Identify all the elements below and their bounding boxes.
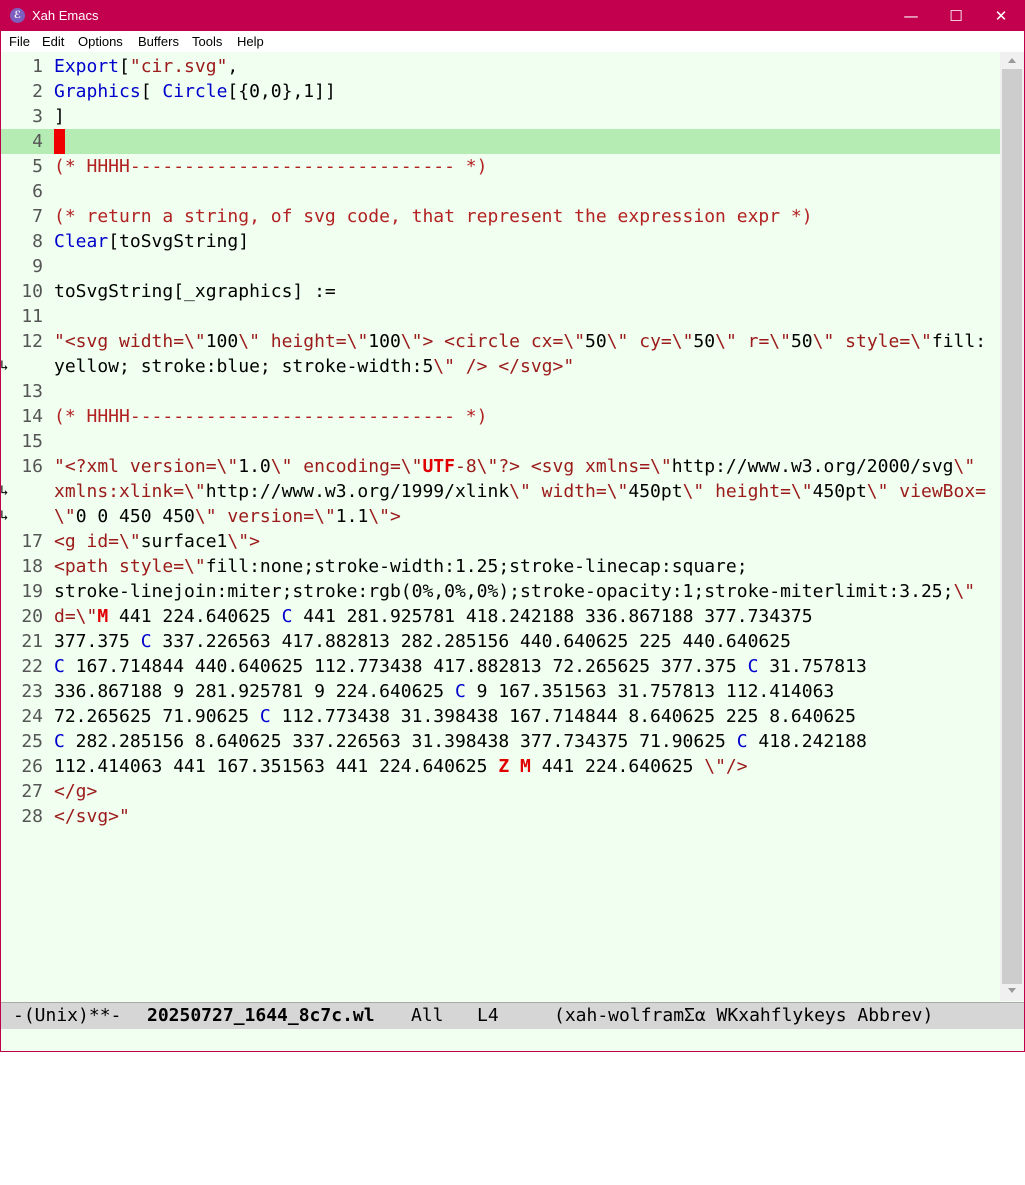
- line-number: 22: [21, 656, 43, 677]
- line-number: 18: [21, 556, 43, 577]
- line-number: 13: [21, 381, 43, 402]
- line-number: 15: [21, 431, 43, 452]
- minimize-button[interactable]: —: [888, 1, 934, 31]
- vertical-scrollbar[interactable]: [1000, 52, 1024, 1001]
- minibuffer[interactable]: [1, 1029, 1024, 1051]
- code-line: 22 C 167.714844 440.640625 112.773438 417…: [21, 656, 867, 677]
- emacs-window: ℰ Xah Emacs — ☐ ✕ File Edit Options Buff…: [0, 0, 1025, 1052]
- line-number: 2: [32, 81, 43, 102]
- buffer-status: -(Unix)**-: [13, 1005, 122, 1026]
- code-line: ↳ xmlns:xlink=\"http://www.w3.org/1999/xl…: [1, 481, 987, 502]
- line-number: 9: [32, 256, 43, 277]
- close-button[interactable]: ✕: [978, 1, 1024, 31]
- line-number: 6: [32, 181, 43, 202]
- text-cursor: [54, 129, 65, 154]
- line-number: 16: [21, 456, 43, 477]
- buffer-position: All: [411, 1005, 444, 1026]
- code-line: 15: [1, 429, 1000, 454]
- code-line: 14 (* HHHH------------------------------ …: [21, 406, 488, 427]
- window-title: Xah Emacs: [32, 8, 99, 23]
- line-number: 3: [32, 106, 43, 127]
- code-line: 3]: [32, 106, 65, 127]
- major-minor-modes[interactable]: (xah-wolframΣα WKxahflykeys Abbrev): [554, 1003, 933, 1029]
- menu-file[interactable]: File: [9, 34, 30, 49]
- mode-line: -(Unix)**- 20250727_1644_8c7c.wl All L4 …: [1, 1002, 1024, 1029]
- code-line: 20 d=\"M 441 224.640625 C 441 281.925781 …: [21, 606, 813, 627]
- code-line: 17 <g id=\"surface1\">: [21, 531, 260, 552]
- line-number: 25: [21, 731, 43, 752]
- code-line: 10 toSvgString[_xgraphics] :=: [21, 281, 336, 302]
- line-number: 14: [21, 406, 43, 427]
- menu-edit[interactable]: Edit: [42, 34, 64, 49]
- line-number: 12: [21, 331, 43, 352]
- line-number: 7: [32, 206, 43, 227]
- line-indicator: L4: [477, 1005, 499, 1026]
- code-line: 8 Clear[toSvgString]: [32, 231, 250, 252]
- code-line: 27 </g>: [21, 781, 98, 802]
- line-number: 10: [21, 281, 43, 302]
- scroll-down-icon[interactable]: [1008, 988, 1016, 993]
- line-number: 21: [21, 631, 43, 652]
- wrap-continue-icon: ↳: [1, 358, 9, 374]
- scrollbar-thumb[interactable]: [1002, 69, 1022, 984]
- wrap-continue-icon: ↳: [1, 508, 9, 524]
- code-line: 11: [1, 304, 1000, 329]
- line-number: 24: [21, 706, 43, 727]
- line-number: 4: [32, 131, 43, 152]
- line-number: 19: [21, 581, 43, 602]
- code-line: 7 (* return a string, of svg code, that r…: [32, 206, 813, 227]
- code-line: 24 72.265625 71.90625 C 112.773438 31.398…: [21, 706, 856, 727]
- menu-tools[interactable]: Tools: [192, 34, 222, 49]
- code-line: 25 C 282.285156 8.640625 337.226563 31.39…: [21, 731, 867, 752]
- emacs-icon: ℰ: [10, 8, 25, 23]
- current-line: 4: [1, 129, 1000, 154]
- line-number: 28: [21, 806, 43, 827]
- buffer-filename[interactable]: 20250727_1644_8c7c.wl: [147, 1003, 375, 1029]
- wrap-continue-icon: ↳: [1, 483, 9, 499]
- line-number: 26: [21, 756, 43, 777]
- code-line: 18 <path style=\"fill:none;stroke-width:1…: [21, 556, 748, 577]
- code-line: 21 377.375 C 337.226563 417.882813 282.28…: [21, 631, 791, 652]
- code-line: 6: [1, 179, 1000, 204]
- code-line: 13: [1, 379, 1000, 404]
- code-line: 5 (* HHHH------------------------------ *…: [32, 156, 488, 177]
- code-line: 26 112.414063 441 167.351563 441 224.6406…: [21, 756, 748, 777]
- code-line: 1 Export["cir.svg",: [32, 56, 239, 77]
- code-line: 9: [1, 254, 1000, 279]
- code-line: 23 336.867188 9 281.925781 9 224.640625 C…: [21, 681, 835, 702]
- scroll-up-icon[interactable]: [1008, 58, 1016, 63]
- code-line: ↳ \"0 0 450 450\" version=\"1.1\">: [1, 506, 401, 527]
- line-number: 8: [32, 231, 43, 252]
- line-number: 27: [21, 781, 43, 802]
- line-number: 11: [21, 306, 43, 327]
- line-number: 5: [32, 156, 43, 177]
- line-number: 17: [21, 531, 43, 552]
- menu-help[interactable]: Help: [237, 34, 264, 49]
- code-line: 2 Graphics[ Circle[{0,0},1]]: [32, 81, 336, 102]
- title-bar: ℰ Xah Emacs — ☐ ✕: [1, 1, 1024, 31]
- code-line: 16 "<?xml version=\"1.0\" encoding=\"UTF-…: [21, 456, 976, 477]
- line-number: 1: [32, 56, 43, 77]
- editor-buffer[interactable]: 1 Export["cir.svg", 2 Graphics[ Circle[{0,…: [1, 52, 1000, 1001]
- code-line: 28 </svg>": [21, 806, 130, 827]
- code-line: 19 stroke-linejoin:miter;stroke:rgb(0%,0%…: [21, 581, 976, 602]
- menu-bar: File Edit Options Buffers Tools Help: [1, 31, 1024, 52]
- line-number: 23: [21, 681, 43, 702]
- line-number: 20: [21, 606, 43, 627]
- maximize-button[interactable]: ☐: [933, 1, 979, 31]
- code-line: 12 "<svg width=\"100\" height=\"100\"> <c…: [21, 331, 987, 352]
- menu-buffers[interactable]: Buffers: [138, 34, 179, 49]
- code-line: ↳ yellow; stroke:blue; stroke-width:5\" /…: [1, 356, 575, 377]
- menu-options[interactable]: Options: [78, 34, 123, 49]
